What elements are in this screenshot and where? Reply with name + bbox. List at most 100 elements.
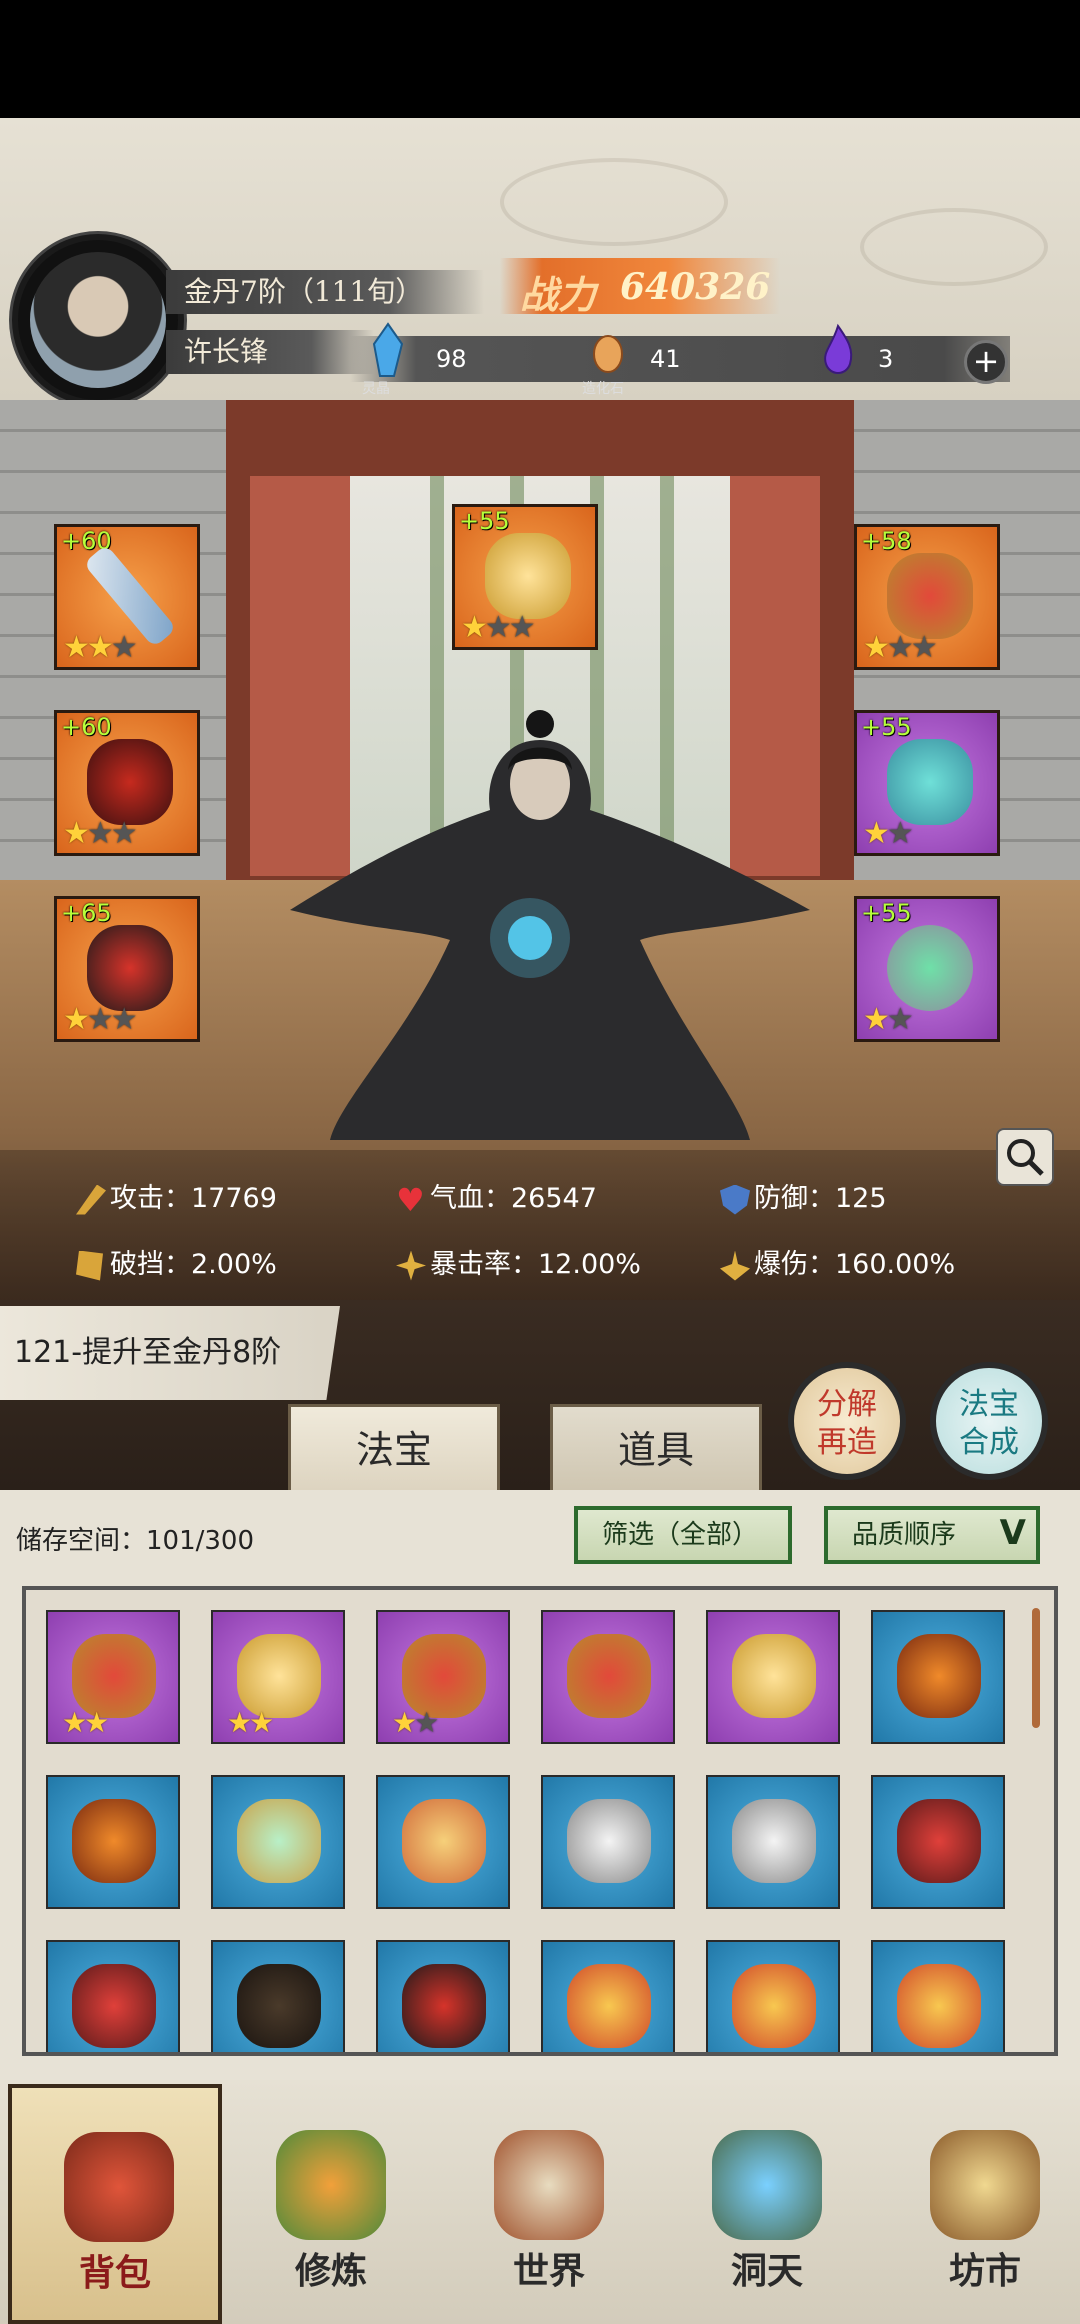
dark-robe-icon <box>237 1964 321 2048</box>
nav-cave-realm[interactable]: 洞天 <box>682 2104 852 2314</box>
enhance-level: +65 <box>61 899 112 927</box>
stat-crit-damage: 爆伤：160.00% <box>720 1242 955 1281</box>
feather-icon <box>732 1964 816 2048</box>
decompose-label-2: 再造 <box>817 1425 877 1460</box>
star-rating: ★★★ <box>863 630 938 665</box>
inventory-item[interactable] <box>871 1775 1005 1909</box>
stat-crit-rate: 暴击率：12.00% <box>396 1242 641 1281</box>
crown-icon <box>887 553 973 639</box>
nav-label: 修炼 <box>294 2250 367 2292</box>
status-area <box>0 0 1080 118</box>
star-rating: ★★★ <box>63 1002 138 1037</box>
mirror-icon <box>237 1799 321 1883</box>
inventory-item[interactable] <box>706 1775 840 1909</box>
boots-icon <box>402 1964 486 2048</box>
inventory-item[interactable] <box>541 1610 675 1744</box>
synthesize-button[interactable]: 法宝 合成 <box>930 1362 1048 1480</box>
inventory-item[interactable] <box>376 1775 510 1909</box>
inventory-item[interactable] <box>541 1775 675 1909</box>
scrollbar[interactable] <box>1032 1608 1040 1728</box>
enhance-level: +60 <box>61 713 112 741</box>
inventory-item[interactable] <box>46 1775 180 1909</box>
add-resource-button[interactable]: + <box>964 340 1008 384</box>
stat-attack: 攻击：17769 <box>76 1176 277 1215</box>
axe-icon <box>897 1634 981 1718</box>
crit-damage-icon <box>720 1250 750 1281</box>
star-rating: ★★ <box>863 816 914 851</box>
magnify-icon[interactable] <box>996 1128 1054 1186</box>
equip-slot-boots[interactable]: +65 ★★★ <box>54 896 200 1042</box>
filter-button[interactable]: 筛选（全部） <box>574 1506 792 1564</box>
star-rating: ★★★ <box>63 816 138 851</box>
synthesize-label-2: 合成 <box>959 1425 1019 1460</box>
nav-label: 世界 <box>512 2250 585 2292</box>
inventory-item[interactable] <box>706 1610 840 1744</box>
storage-capacity: 储存空间：101/300 <box>16 1526 255 1556</box>
resource-value: 3 <box>878 345 894 373</box>
decompose-label-1: 分解 <box>817 1387 877 1422</box>
equip-slot-weapon[interactable]: +60 ★★★ <box>54 524 200 670</box>
equip-slot-headgear[interactable]: +58 ★★★ <box>854 524 1000 670</box>
tab-treasures[interactable]: 法宝 <box>288 1404 500 1490</box>
nav-cultivate[interactable]: 修炼 <box>246 2104 416 2314</box>
combat-power-label: 战力 <box>520 272 597 317</box>
axe-icon <box>72 1799 156 1883</box>
resource-bar: 灵晶 98 造化石 41 3 <box>350 322 1010 397</box>
equip-slot-ring[interactable]: +55 ★★ <box>854 896 1000 1042</box>
inventory-item[interactable]: ★★ <box>46 1610 180 1744</box>
quest-banner[interactable]: 121-提升至金丹8阶 <box>0 1306 340 1400</box>
inventory-grid: ★★ ★★ ★★ <box>22 1586 1058 2056</box>
inventory-item[interactable] <box>211 1775 345 1909</box>
nav-label: 坊市 <box>948 2250 1021 2292</box>
nav-bag[interactable]: 背包 <box>8 2084 222 2324</box>
inventory-item[interactable] <box>211 1940 345 2052</box>
golden-cloud-icon <box>732 1634 816 1718</box>
necklace-icon <box>887 739 973 825</box>
boots-icon <box>87 925 173 1011</box>
bag-icon <box>64 2132 174 2242</box>
crit-burst-icon <box>396 1250 426 1281</box>
inventory-item[interactable] <box>46 1940 180 2052</box>
inventory-item[interactable] <box>871 1940 1005 2052</box>
decompose-button[interactable]: 分解 再造 <box>788 1362 906 1480</box>
portal-icon <box>712 2130 822 2240</box>
enhance-level: +55 <box>861 899 912 927</box>
feather-icon <box>897 1964 981 2048</box>
nav-market[interactable]: 坊市 <box>900 2104 1070 2314</box>
ornament-icon <box>402 1799 486 1883</box>
shield-icon <box>720 1184 750 1215</box>
star-rating: ★★★ <box>461 610 536 645</box>
inventory-item[interactable] <box>541 1940 675 2052</box>
tab-items[interactable]: 道具 <box>550 1404 762 1490</box>
sort-dropdown[interactable]: 品质顺序 V <box>824 1506 1040 1564</box>
red-armor-icon <box>897 1799 981 1883</box>
ring-icon <box>887 925 973 1011</box>
inventory-item[interactable] <box>871 1610 1005 1744</box>
player-avatar[interactable] <box>12 234 184 406</box>
inventory-item[interactable]: ★★ <box>211 1610 345 1744</box>
equip-slot-talisman[interactable]: +55 ★★★ <box>452 504 598 650</box>
inventory-item[interactable] <box>376 1940 510 2052</box>
enhance-level: +55 <box>861 713 912 741</box>
inventory-item[interactable]: ★★ <box>376 1610 510 1744</box>
stat-hp: ♥ 气血：26547 <box>396 1180 597 1219</box>
filter-label: 筛选（全部） <box>602 1520 759 1550</box>
inventory-item[interactable] <box>706 1940 840 2052</box>
golden-cloud-icon <box>485 533 571 619</box>
equip-slot-necklace[interactable]: +55 ★★ <box>854 710 1000 856</box>
sword-stat-icon <box>76 1184 106 1215</box>
flame-icon <box>824 323 853 374</box>
crown-icon <box>567 1634 651 1718</box>
nav-world[interactable]: 世界 <box>464 2104 634 2314</box>
meditating-character <box>290 710 810 1140</box>
equip-slot-armor[interactable]: +60 ★★★ <box>54 710 200 856</box>
broken-shield-icon <box>76 1250 103 1281</box>
white-robe-icon <box>567 1799 651 1883</box>
red-armor-icon <box>72 1964 156 2048</box>
realm-level: 金丹7阶（111旬） <box>166 270 484 314</box>
resource-value: 41 <box>650 345 681 373</box>
player-name: 许长锋 <box>166 330 374 374</box>
star-rating: ★★ <box>62 1706 109 1739</box>
enhance-level: +55 <box>459 507 510 535</box>
stat-block-break: 破挡：2.00% <box>76 1242 277 1281</box>
